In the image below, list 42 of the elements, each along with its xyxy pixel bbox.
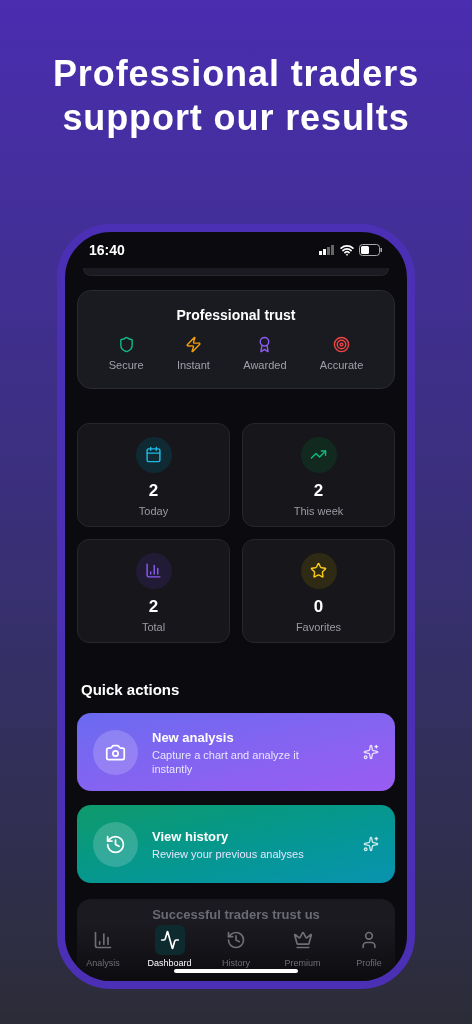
tab-item[interactable]: Analysis bbox=[71, 925, 135, 971]
pulse-icon bbox=[159, 930, 180, 950]
trust-label: Secure bbox=[108, 358, 144, 373]
user-icon bbox=[359, 930, 379, 950]
quick-action-button[interactable]: View history Review your previous analyses bbox=[77, 805, 395, 883]
section-title: Quick actions bbox=[81, 679, 181, 700]
tab-item[interactable]: Dashboard bbox=[137, 925, 202, 971]
sparkle-icon bbox=[363, 744, 379, 760]
trust-label: Accurate bbox=[319, 358, 364, 373]
trust-label: Awarded bbox=[243, 358, 287, 373]
stat-value: 2 bbox=[148, 596, 159, 617]
bar-chart-icon bbox=[145, 562, 162, 579]
headline: Professional traders support our results bbox=[51, 52, 421, 140]
stat-label: Total bbox=[141, 619, 166, 635]
card-title: Professional trust bbox=[176, 306, 296, 325]
banner-title: Successful traders trust us bbox=[152, 906, 320, 924]
tab-item[interactable]: Premium bbox=[270, 925, 335, 971]
action-subtitle: Capture a chart and analyze it instantly bbox=[152, 748, 300, 777]
crown-icon bbox=[292, 930, 313, 950]
trust-label: Instant bbox=[176, 358, 210, 373]
stat-value: 0 bbox=[313, 596, 324, 617]
sparkle-icon bbox=[363, 836, 379, 852]
stat-value: 2 bbox=[148, 480, 159, 501]
bar-chart-icon bbox=[93, 930, 113, 950]
battery-icon bbox=[359, 244, 383, 256]
history-icon bbox=[226, 930, 246, 950]
tab-item[interactable]: History bbox=[204, 925, 268, 971]
stat-label: Today bbox=[138, 503, 169, 519]
action-subtitle: Review your previous analyses bbox=[152, 847, 305, 862]
wifi-icon bbox=[340, 243, 354, 257]
tab-item[interactable]: Profile bbox=[337, 925, 401, 971]
quick-action-button[interactable]: New analysis Capture a chart and analyze it instantly bbox=[77, 713, 395, 791]
signal-icon bbox=[319, 245, 335, 255]
action-title: View history bbox=[152, 827, 230, 846]
history-icon bbox=[105, 833, 126, 855]
action-title: New analysis bbox=[152, 728, 235, 747]
star-icon bbox=[310, 562, 327, 579]
stat-label: This week bbox=[293, 503, 344, 519]
status-time: 16:40 bbox=[89, 240, 125, 260]
stat-label: Favorites bbox=[295, 619, 342, 635]
stat-value: 2 bbox=[313, 480, 324, 501]
calendar-icon bbox=[145, 446, 162, 463]
